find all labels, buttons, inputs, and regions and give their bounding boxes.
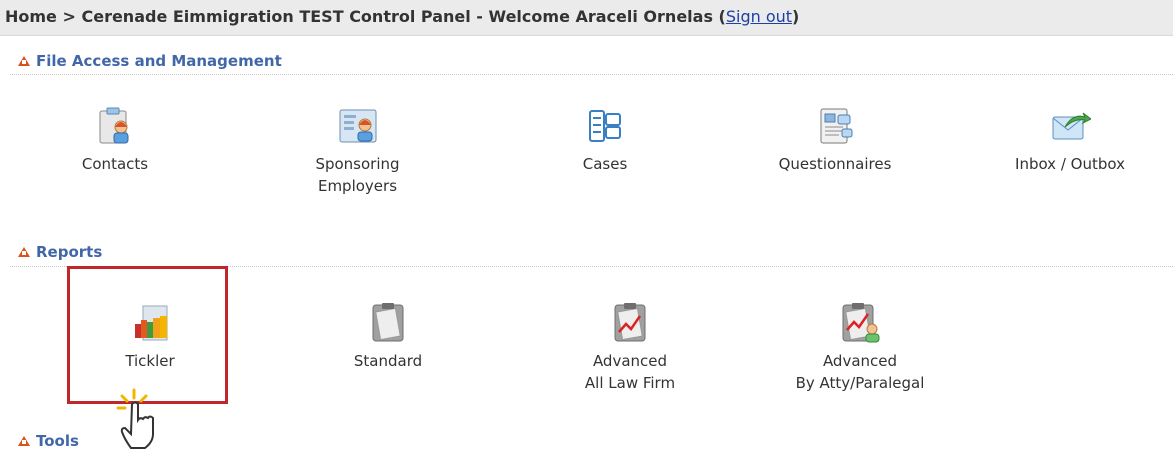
contacts-icon xyxy=(99,107,129,144)
page-title: Cerenade Eimmigration TEST Control Panel… xyxy=(81,7,713,26)
cases-button[interactable]: Cases xyxy=(555,105,655,175)
questionnaires-icon xyxy=(820,108,853,144)
tickler-icon xyxy=(135,305,168,341)
section-title-reports: Reports xyxy=(36,243,103,261)
section-title-file-access: File Access and Management xyxy=(36,52,282,70)
advanced-atty-report-icon xyxy=(842,303,880,343)
breadcrumb-separator: > xyxy=(62,7,76,26)
sponsoring-employers-label: Sponsoring Employers xyxy=(315,155,400,195)
open-paren: ( xyxy=(718,7,726,26)
collapse-triangle-icon[interactable] xyxy=(18,247,30,257)
divider xyxy=(10,74,1173,75)
breadcrumb-home[interactable]: Home xyxy=(5,7,57,26)
advanced-all-law-firm-button[interactable]: Advanced All Law Firm xyxy=(570,302,690,394)
collapse-triangle-icon[interactable] xyxy=(18,56,30,66)
close-paren: ) xyxy=(792,7,800,26)
standard-report-label: Standard xyxy=(353,352,423,370)
cases-icon xyxy=(589,110,621,142)
advanced-by-atty-button[interactable]: Advanced By Atty/Paralegal xyxy=(775,302,945,394)
inbox-outbox-icon xyxy=(1052,112,1091,140)
advanced-by-atty-label: Advanced By Atty/Paralegal xyxy=(795,352,925,392)
sponsoring-employers-button[interactable]: Sponsoring Employers xyxy=(300,105,415,197)
inbox-outbox-label: Inbox / Outbox xyxy=(1015,155,1125,173)
contacts-button[interactable]: Contacts xyxy=(60,105,170,175)
breadcrumb: Home > Cerenade Eimmigration TEST Contro… xyxy=(0,0,1173,36)
advanced-report-icon xyxy=(614,303,646,342)
hand-pointer-cursor-icon xyxy=(116,388,154,449)
section-title-tools: Tools xyxy=(36,432,79,450)
advanced-all-law-firm-label: Advanced All Law Firm xyxy=(584,352,676,392)
collapse-triangle-icon[interactable] xyxy=(18,436,30,446)
section-header-tools[interactable]: Tools xyxy=(18,432,79,450)
standard-report-button[interactable]: Standard xyxy=(333,302,443,372)
questionnaires-button[interactable]: Questionnaires xyxy=(770,105,900,175)
tickler-button[interactable]: Tickler xyxy=(95,302,205,372)
inbox-outbox-button[interactable]: Inbox / Outbox xyxy=(1005,105,1135,175)
cases-label: Cases xyxy=(582,155,628,173)
sign-out-link[interactable]: Sign out xyxy=(726,7,792,26)
tickler-label: Tickler xyxy=(125,352,175,370)
standard-report-icon xyxy=(372,303,404,342)
section-header-reports[interactable]: Reports xyxy=(18,243,102,261)
section-header-file-access[interactable]: File Access and Management xyxy=(18,52,282,70)
questionnaires-label: Questionnaires xyxy=(778,155,892,173)
contacts-label: Contacts xyxy=(81,155,149,173)
sponsoring-employers-icon xyxy=(339,109,376,143)
